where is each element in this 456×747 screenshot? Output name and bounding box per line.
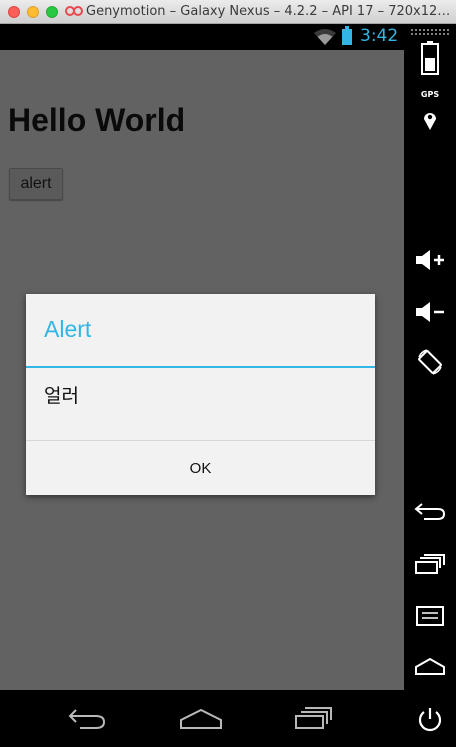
- navigation-bar: [0, 690, 404, 747]
- device-screen: 3:42 Hello World alert Alert 얼러 OK: [0, 24, 404, 747]
- home-icon[interactable]: [178, 704, 224, 732]
- rotate-icon: [418, 349, 442, 375]
- toolbar-drag-handle[interactable]: [410, 28, 450, 36]
- status-clock: 3:42: [360, 26, 399, 46]
- volume-up-icon: [416, 250, 444, 270]
- window-minimize-button[interactable]: [27, 6, 39, 18]
- battery-status-icon: [342, 26, 352, 45]
- recent-apps-icon[interactable]: [293, 704, 335, 732]
- toolbar-back-button[interactable]: [410, 492, 450, 532]
- emulator-toolbar: GPS: [404, 24, 456, 747]
- volume-down-icon: [416, 302, 444, 322]
- wifi-icon: [314, 29, 336, 45]
- dialog-ok-button[interactable]: OK: [26, 441, 375, 495]
- window-close-button[interactable]: [8, 6, 20, 18]
- back-icon: [414, 503, 446, 520]
- app-content: Hello World alert Alert 얼러 OK: [0, 50, 404, 690]
- status-bar: 3:42: [0, 24, 404, 50]
- window-title: Genymotion – Galaxy Nexus – 4.2.2 – API …: [86, 4, 450, 19]
- rotate-button[interactable]: [410, 342, 450, 382]
- toolbar-recent-apps-button[interactable]: [410, 544, 450, 584]
- toolbar-home-button[interactable]: [410, 646, 450, 686]
- volume-up-button[interactable]: [410, 240, 450, 280]
- window-maximize-button[interactable]: [46, 6, 58, 18]
- alert-button[interactable]: alert: [9, 168, 63, 200]
- back-icon[interactable]: [66, 704, 108, 732]
- hello-heading: Hello World: [8, 102, 186, 138]
- alert-dialog: Alert 얼러 OK: [26, 294, 375, 495]
- volume-down-button[interactable]: [410, 292, 450, 332]
- power-icon: [418, 708, 442, 732]
- dialog-message: 얼러: [44, 385, 79, 407]
- menu-icon: [416, 606, 444, 626]
- battery-button[interactable]: [410, 38, 450, 78]
- gps-button[interactable]: GPS: [410, 90, 450, 134]
- dialog-title-divider: [26, 366, 375, 368]
- recent-apps-icon: [415, 554, 445, 574]
- home-icon: [415, 657, 445, 675]
- battery-icon: [421, 41, 439, 75]
- genymotion-logo-icon: [65, 6, 83, 16]
- toolbar-menu-button[interactable]: [410, 596, 450, 636]
- window-titlebar: Genymotion – Galaxy Nexus – 4.2.2 – API …: [0, 0, 456, 24]
- gps-icon: [424, 113, 436, 130]
- dialog-title: Alert: [44, 316, 92, 342]
- power-button[interactable]: [410, 700, 450, 740]
- gps-label: GPS: [420, 90, 440, 99]
